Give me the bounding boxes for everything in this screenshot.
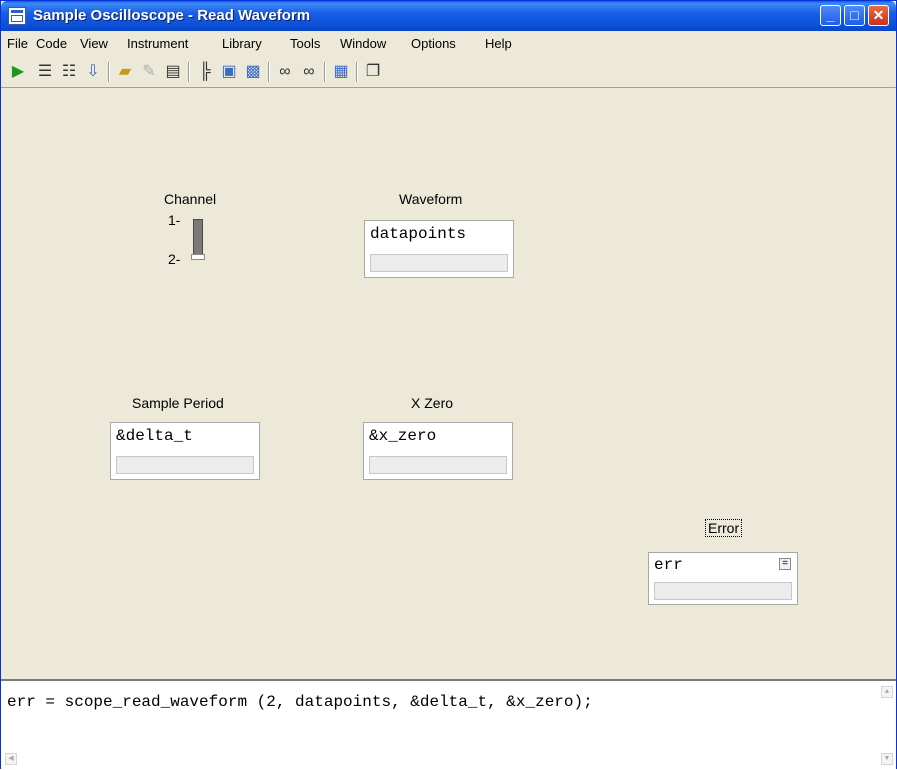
channel-switch-base (191, 254, 205, 260)
waveform-subfield (370, 254, 508, 272)
new-function-icon[interactable]: ☷ (59, 62, 79, 82)
menu-window[interactable]: Window (340, 36, 386, 51)
watch-expression-icon[interactable]: ∞ (299, 62, 319, 82)
waveform-label: Waveform (399, 191, 463, 207)
sample-period-subfield (116, 456, 254, 474)
maximize-button[interactable]: □ (844, 5, 865, 26)
sample-period-value: &delta_t (116, 427, 193, 445)
toolbar-separator (356, 62, 358, 82)
app-icon (8, 7, 26, 25)
menu-view[interactable]: View (80, 36, 108, 51)
error-label: Error (705, 519, 743, 537)
watch-icon[interactable]: ∞ (275, 62, 295, 82)
menu-code[interactable]: Code (36, 36, 67, 51)
main-window: Sample Oscilloscope - Read Waveform _ □ … (0, 0, 897, 770)
window-title: Sample Oscilloscope - Read Waveform (33, 7, 311, 24)
menu-help[interactable]: Help (485, 36, 512, 51)
function-panel: Channel 1- 2- Waveform datapoints Sample… (1, 88, 896, 679)
waveform-value: datapoints (370, 225, 467, 243)
open-icon[interactable]: ▰ (115, 62, 135, 82)
panel-icon[interactable]: ▦ (331, 62, 351, 82)
error-control[interactable]: err = (648, 552, 798, 605)
insert-function-icon[interactable]: ☰ (35, 62, 55, 82)
select-variable-icon[interactable]: ⇩ (83, 62, 103, 82)
sample-period-label: Sample Period (132, 395, 224, 411)
find-icon[interactable]: ▤ (163, 62, 183, 82)
toolbar: ▶ ☰ ☷ ⇩ ▰ ✎ ▤ ╠ ▣ ▩ ∞ ∞ ▦ ❐ (1, 56, 896, 88)
scroll-up-icon[interactable]: ▲ (881, 686, 893, 698)
toolbar-separator (268, 62, 270, 82)
channel-label: Channel (164, 191, 217, 207)
save-icon[interactable]: ▩ (243, 62, 263, 82)
x-zero-control[interactable]: &x_zero (363, 422, 513, 480)
toolbar-separator (188, 62, 190, 82)
scroll-down-icon[interactable]: ▼ (881, 753, 893, 765)
menu-library[interactable]: Library (222, 36, 262, 51)
channel-tick-1: 1- (168, 212, 181, 228)
sample-period-control[interactable]: &delta_t (110, 422, 260, 480)
menu-bar: File Code View Instrument Library Tools … (1, 31, 896, 56)
tree-icon[interactable]: ╠ (195, 62, 215, 82)
recall-icon[interactable]: ▣ (219, 62, 239, 82)
copy-icon[interactable]: ❐ (363, 62, 383, 82)
channel-switch-lever[interactable] (193, 219, 203, 255)
run-icon[interactable]: ▶ (8, 62, 28, 82)
edit-icon[interactable]: ✎ (139, 62, 159, 82)
menu-options[interactable]: Options (411, 36, 456, 51)
x-zero-label: X Zero (411, 395, 454, 411)
error-subfield (654, 582, 792, 600)
title-bar[interactable]: Sample Oscilloscope - Read Waveform _ □ … (1, 1, 896, 31)
error-value: err (654, 556, 683, 574)
menu-tools[interactable]: Tools (290, 36, 320, 51)
x-zero-value: &x_zero (369, 427, 437, 445)
scroll-left-icon[interactable]: ◀ (5, 753, 17, 765)
channel-tick-2: 2- (168, 251, 181, 267)
waveform-control[interactable]: datapoints (364, 220, 514, 278)
minimize-button[interactable]: _ (820, 5, 841, 26)
menu-instrument[interactable]: Instrument (127, 36, 188, 51)
close-button[interactable]: ✕ (868, 5, 889, 26)
toolbar-separator (108, 62, 110, 82)
toolbar-separator (324, 62, 326, 82)
x-zero-subfield (369, 456, 507, 474)
function-call-code: err = scope_read_waveform (2, datapoints… (7, 693, 593, 711)
code-display[interactable]: err = scope_read_waveform (2, datapoints… (1, 679, 896, 770)
channel-switch[interactable] (191, 219, 205, 261)
error-expand-button[interactable]: = (779, 558, 791, 570)
menu-file[interactable]: File (7, 36, 28, 51)
